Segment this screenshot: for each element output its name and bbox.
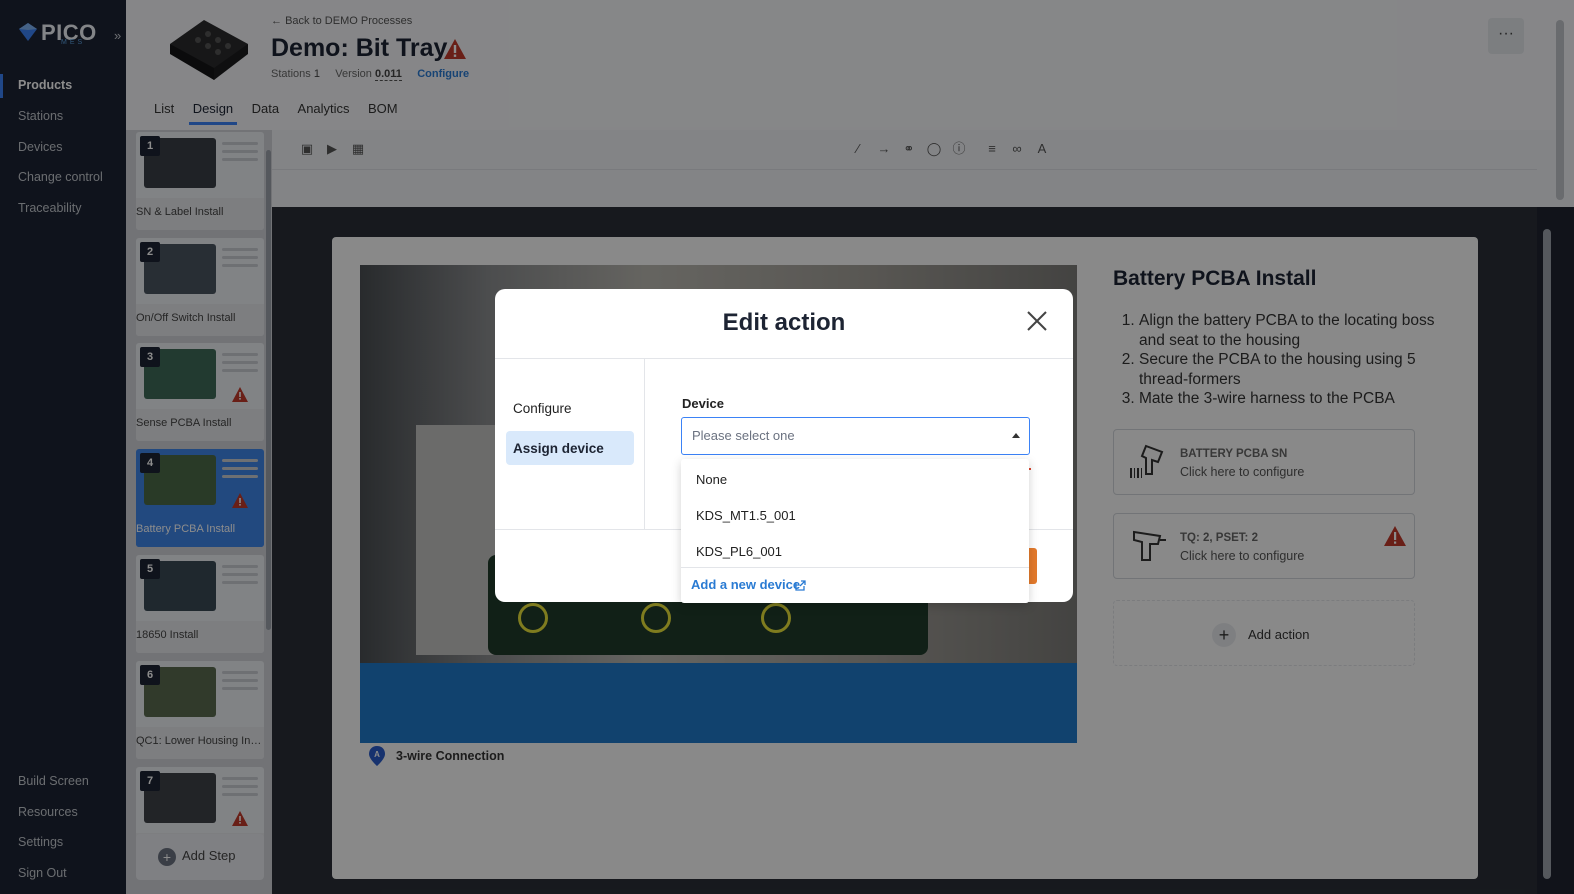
device-option-kds-pl6[interactable]: KDS_PL6_001 — [696, 544, 782, 559]
device-select[interactable]: Please select one — [681, 417, 1030, 455]
device-dropdown: None KDS_MT1.5_001 KDS_PL6_001 Add a new… — [681, 459, 1029, 603]
add-new-device-link[interactable]: Add a new device — [691, 577, 800, 592]
caret-up-icon — [1012, 433, 1020, 438]
side-item-configure[interactable]: Configure — [506, 391, 634, 425]
device-option-kds-mt1-5[interactable]: KDS_MT1.5_001 — [696, 508, 796, 523]
side-item-assign-device[interactable]: Assign device — [506, 431, 634, 465]
device-field-label: Device — [682, 396, 724, 411]
modal-title: Edit action — [722, 309, 846, 336]
dropdown-divider — [681, 567, 1029, 568]
close-icon[interactable] — [1025, 309, 1049, 333]
external-link-icon — [795, 580, 806, 591]
device-option-none[interactable]: None — [696, 472, 727, 487]
device-select-placeholder: Please select one — [692, 428, 795, 443]
modal-side-menu: Configure Assign device — [495, 359, 645, 529]
